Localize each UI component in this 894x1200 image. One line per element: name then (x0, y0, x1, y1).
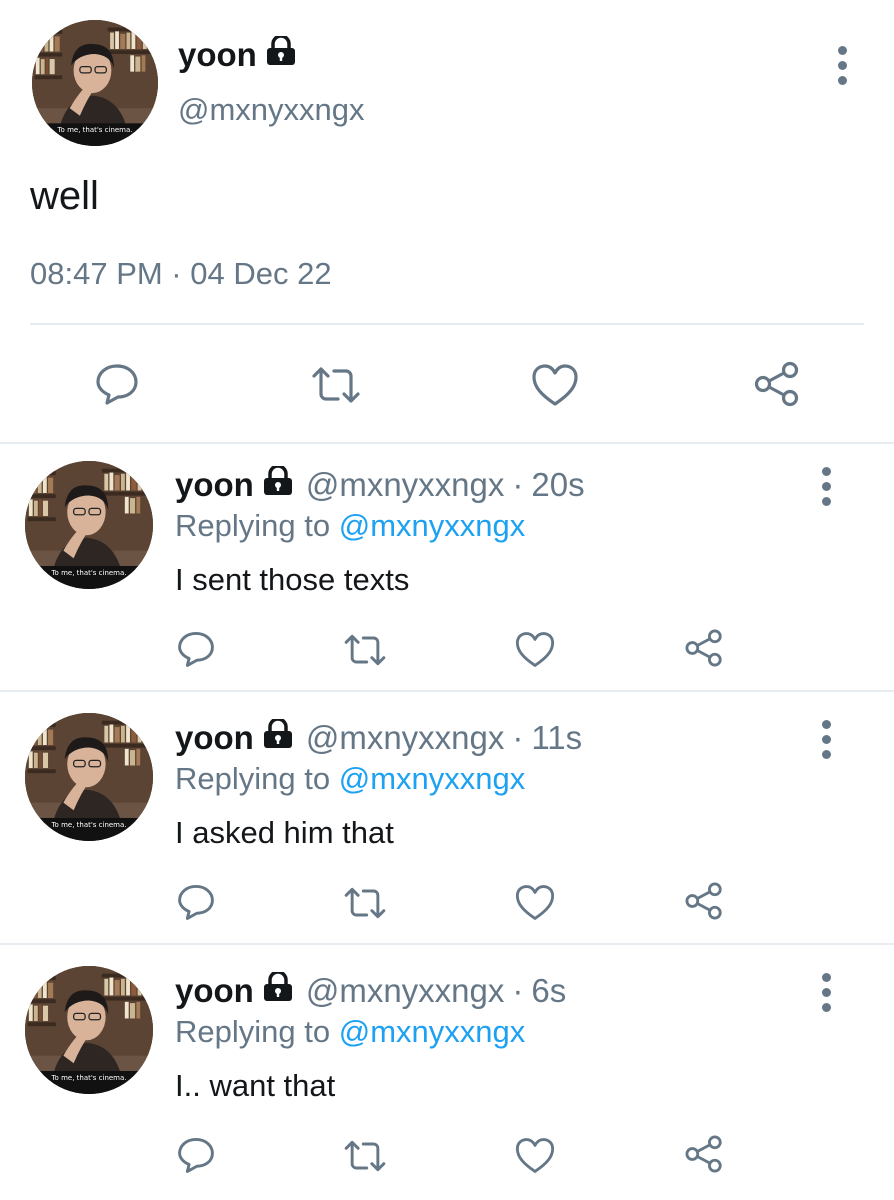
lock-icon (262, 464, 294, 504)
retweet-icon[interactable] (342, 632, 388, 668)
display-name-text: yoon (178, 36, 257, 73)
avatar[interactable]: To me, that's cinema. (25, 713, 153, 841)
reply-text: I.. want that (175, 1068, 336, 1103)
heart-icon[interactable] (530, 362, 580, 408)
divider (0, 690, 894, 692)
separator: · (512, 972, 524, 1009)
heart-icon[interactable] (514, 1136, 556, 1175)
more-vertical-icon[interactable] (820, 973, 832, 1012)
share-icon[interactable] (752, 360, 802, 408)
replying-to: Replying to @mxnyxxngx (175, 1014, 525, 1050)
heart-icon[interactable] (514, 883, 556, 922)
display-name[interactable]: yoon (175, 972, 254, 1010)
mention-link[interactable]: @mxnyxxngx (339, 508, 526, 543)
separator: · (512, 719, 524, 756)
more-vertical-icon[interactable] (836, 46, 848, 85)
reply-time[interactable]: 20s (531, 466, 584, 504)
display-name[interactable]: yoon (175, 719, 254, 757)
share-icon[interactable] (683, 1134, 725, 1174)
heart-icon[interactable] (514, 630, 556, 669)
retweet-icon[interactable] (342, 1138, 388, 1174)
lock-icon (262, 970, 294, 1010)
avatar[interactable]: To me, that's cinema. (25, 966, 153, 1094)
handle[interactable]: @mxnyxxngx (306, 466, 505, 504)
tweet-text: well (30, 174, 99, 218)
lock-icon (265, 34, 297, 74)
replying-prefix: Replying to (175, 508, 339, 543)
divider (0, 442, 894, 444)
lock-icon (262, 717, 294, 757)
avatar[interactable]: To me, that's cinema. (25, 461, 153, 589)
reply-icon[interactable] (176, 1136, 216, 1174)
reply-header: yoon @mxnyxxngx · 6s (175, 970, 566, 1010)
avatar[interactable]: To me, that's cinema. (32, 20, 158, 146)
handle[interactable]: @mxnyxxngx (306, 972, 505, 1010)
reply-icon[interactable] (176, 883, 216, 921)
avatar-caption: To me, that's cinema. (51, 569, 127, 577)
avatar-caption: To me, that's cinema. (57, 126, 133, 134)
handle[interactable]: @mxnyxxngx (306, 719, 505, 757)
avatar-caption: To me, that's cinema. (51, 1074, 127, 1082)
reply-time[interactable]: 6s (531, 972, 566, 1010)
tweet-timestamp: 08:47 PM · 04 Dec 22 (30, 256, 332, 291)
mention-link[interactable]: @mxnyxxngx (339, 1014, 526, 1049)
retweet-icon[interactable] (342, 885, 388, 921)
replying-prefix: Replying to (175, 1014, 339, 1049)
divider (30, 323, 864, 325)
share-icon[interactable] (683, 628, 725, 668)
replying-to: Replying to @mxnyxxngx (175, 508, 525, 544)
more-vertical-icon[interactable] (820, 467, 832, 506)
replying-to: Replying to @mxnyxxngx (175, 761, 525, 797)
replying-prefix: Replying to (175, 761, 339, 796)
divider (0, 943, 894, 945)
reply-header: yoon @mxnyxxngx · 11s (175, 717, 582, 757)
avatar-caption: To me, that's cinema. (51, 821, 127, 829)
display-name[interactable]: yoon (175, 466, 254, 504)
handle[interactable]: @mxnyxxngx (178, 92, 365, 128)
reply-time[interactable]: 11s (531, 719, 582, 757)
reply-header: yoon @mxnyxxngx · 20s (175, 464, 585, 504)
reply-text: I asked him that (175, 815, 394, 850)
share-icon[interactable] (683, 881, 725, 921)
separator: · (512, 466, 524, 503)
reply-icon[interactable] (176, 630, 216, 668)
display-name[interactable]: yoon (178, 34, 297, 74)
retweet-icon[interactable] (310, 364, 362, 406)
reply-icon[interactable] (94, 362, 140, 406)
reply-text: I sent those texts (175, 562, 410, 597)
more-vertical-icon[interactable] (820, 720, 832, 759)
mention-link[interactable]: @mxnyxxngx (339, 761, 526, 796)
